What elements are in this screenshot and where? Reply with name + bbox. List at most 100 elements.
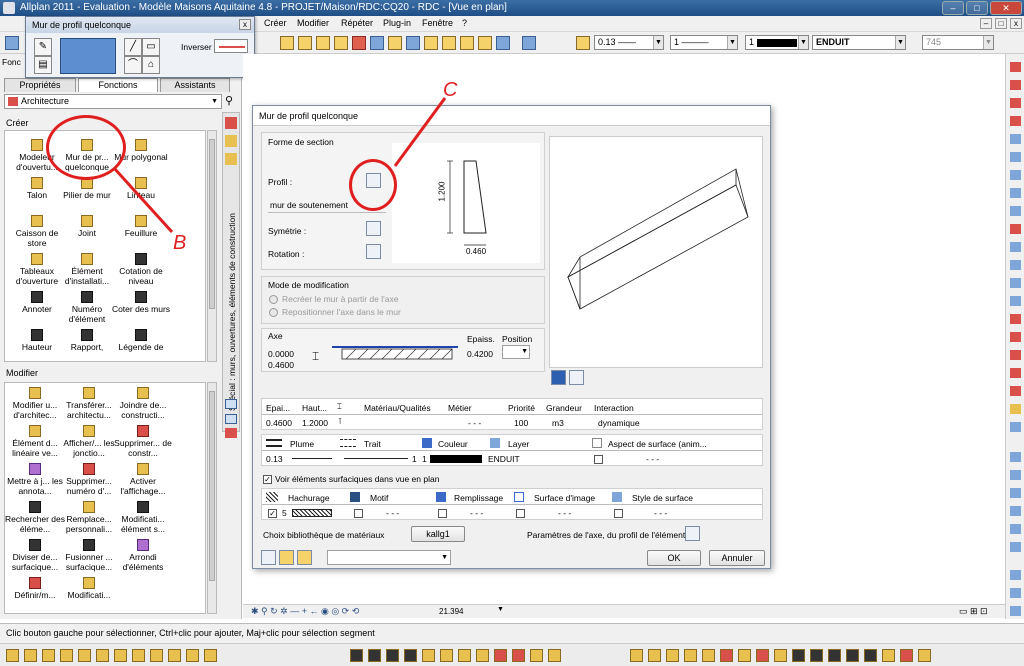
tool-joindre-construction[interactable]: Joindre de... constructi... (113, 387, 173, 420)
cell-surface-image[interactable]: - - - (558, 508, 571, 518)
right-tool-1-icon[interactable] (1010, 62, 1021, 72)
bottom-tool-39-icon[interactable] (882, 649, 895, 662)
cell-layer[interactable]: ENDUIT (488, 454, 520, 464)
bottom-tool-17-icon[interactable] (422, 649, 435, 662)
bottom-tool-3-icon[interactable] (42, 649, 55, 662)
vertical-category-tab[interactable]: Spécial : murs, ouvertures, éléments de … (224, 213, 238, 414)
cell-hachurage[interactable]: 5 (282, 508, 287, 518)
bottom-tool-36-icon[interactable] (828, 649, 841, 662)
position-select[interactable]: ▼ (502, 345, 530, 359)
bottom-tool-4-icon[interactable] (60, 649, 73, 662)
view-settings-icon[interactable] (569, 370, 584, 385)
material-library-button[interactable]: kallg1 (411, 526, 465, 542)
bottom-tool-16-icon[interactable] (404, 649, 417, 662)
bottom-tool-37-icon[interactable] (846, 649, 859, 662)
bottom-tool-30-icon[interactable] (720, 649, 733, 662)
mode-recreer-radio[interactable] (269, 295, 278, 304)
bottom-tool-25-icon[interactable] (630, 649, 643, 662)
bottom-tool-20-icon[interactable] (476, 649, 489, 662)
bottom-tool-14-icon[interactable] (368, 649, 381, 662)
right-tool-7-icon[interactable] (1010, 170, 1021, 180)
layer-select[interactable]: ENDUIT ▼ (812, 35, 906, 50)
voir-elements-checkbox[interactable]: ✓ (263, 475, 272, 484)
bottom-tool-21-icon[interactable] (494, 649, 507, 662)
toolbar-tool-2-icon[interactable] (298, 36, 312, 50)
right-tool-25-icon[interactable] (1010, 506, 1021, 516)
mdi-close-button[interactable]: x (1010, 18, 1022, 29)
right-tool-23-icon[interactable] (1010, 470, 1021, 480)
right-tool-12-icon[interactable] (1010, 260, 1021, 270)
cell-aspect-surface[interactable]: - - - (646, 454, 659, 464)
tool-rechercher-elements[interactable]: Rechercher des éléme... (5, 501, 65, 534)
bottom-tool-18-icon[interactable] (440, 649, 453, 662)
rectangle-mode-icon[interactable]: ▭ (142, 38, 160, 56)
right-tool-17-icon[interactable] (1010, 350, 1021, 360)
window-layout-icons[interactable]: ▭ ⊞ ⊡ (959, 606, 988, 617)
line-type-select[interactable]: 1 ——— ▼ (670, 35, 738, 50)
pen-thickness-select[interactable]: 0.13 —— ▼ (594, 35, 664, 50)
bottom-tool-38-icon[interactable] (864, 649, 877, 662)
navigation-icons[interactable]: ✱ ⚲ ↻ ✲ — + ← ◉ ◎ ⟳ ⟲ (251, 606, 359, 617)
menu-plugin[interactable]: Plug-in (383, 18, 411, 28)
bottom-tool-5-icon[interactable] (78, 649, 91, 662)
hachurage-checkbox[interactable]: ✓ (268, 509, 277, 518)
bottom-tool-6-icon[interactable] (96, 649, 109, 662)
open-folder-icon[interactable] (279, 550, 294, 565)
minimize-button[interactable]: – (942, 1, 964, 15)
aspect-surface-checkbox[interactable] (594, 455, 603, 464)
color-swatch[interactable] (430, 455, 482, 463)
right-tool-9-icon[interactable] (1010, 206, 1021, 216)
chevron-down-icon[interactable]: ▼ (497, 606, 504, 613)
rotate-icon[interactable] (366, 244, 381, 259)
tool-legende[interactable]: Légende de (111, 329, 171, 352)
bottom-tool-34-icon[interactable] (792, 649, 805, 662)
menu-modifier[interactable]: Modifier (297, 18, 329, 28)
tool-diviser-surfacique[interactable]: Diviser de... surfacique... (5, 539, 65, 572)
tool-transferer-architecture[interactable]: Transférer... architectu... (59, 387, 119, 420)
surface-image-checkbox[interactable] (516, 509, 525, 518)
bottom-tool-19-icon[interactable] (458, 649, 471, 662)
toolbar-tool-14-icon[interactable] (522, 36, 536, 50)
bottom-tool-11-icon[interactable] (186, 649, 199, 662)
bottom-tool-33-icon[interactable] (774, 649, 787, 662)
view-rotate-icon[interactable] (551, 370, 566, 385)
tool-definir-modifier[interactable]: Définir/m... (5, 577, 65, 600)
toolbar-tool-6-icon[interactable] (370, 36, 384, 50)
toolbar-tool-4-icon[interactable] (334, 36, 348, 50)
pen-eyedropper-icon[interactable] (576, 36, 590, 50)
right-tool-30-icon[interactable] (1010, 606, 1021, 616)
mode-repositionner-radio[interactable] (269, 308, 278, 317)
bottom-tool-9-icon[interactable] (150, 649, 163, 662)
tool-joint[interactable]: Joint (57, 215, 117, 238)
color-select[interactable]: 1 ▼ (745, 35, 809, 50)
tab-fonctions[interactable]: Fonctions (78, 78, 158, 92)
inverser-button[interactable] (214, 39, 248, 53)
remplissage-checkbox[interactable] (438, 509, 447, 518)
toolbar-tool-7-icon[interactable] (388, 36, 402, 50)
bottom-tool-31-icon[interactable] (738, 649, 751, 662)
motif-checkbox[interactable] (354, 509, 363, 518)
scrollbar-thumb[interactable] (209, 391, 215, 581)
right-tool-19-icon[interactable] (1010, 386, 1021, 396)
folder-icon[interactable]: ▤ (34, 56, 52, 74)
right-tool-29-icon[interactable] (1010, 588, 1021, 598)
right-tool-11-icon[interactable] (1010, 242, 1021, 252)
bottom-tool-24-icon[interactable] (548, 649, 561, 662)
cell-interaction[interactable]: dynamique (598, 418, 640, 428)
cell-hauteur[interactable]: 1.2000 (302, 418, 328, 428)
right-tool-21-icon[interactable] (1010, 422, 1021, 432)
bottom-tool-7-icon[interactable] (114, 649, 127, 662)
mini-window-close-button[interactable]: x (239, 19, 251, 30)
bottom-tool-15-icon[interactable] (386, 649, 399, 662)
right-tool-18-icon[interactable] (1010, 368, 1021, 378)
right-tool-10-icon[interactable] (1010, 224, 1021, 234)
eyedropper-icon[interactable]: ✎ (34, 38, 52, 56)
palette-red-icon[interactable] (225, 117, 237, 129)
mdi-minimize-button[interactable]: – (980, 18, 992, 29)
toolbar-tool-13-icon[interactable] (496, 36, 510, 50)
right-tool-3-icon[interactable] (1010, 98, 1021, 108)
cell-metier[interactable]: - - - (468, 418, 481, 428)
cell-priorite[interactable]: 100 (514, 418, 528, 428)
right-tool-14-icon[interactable] (1010, 296, 1021, 306)
bottom-tool-10-icon[interactable] (168, 649, 181, 662)
